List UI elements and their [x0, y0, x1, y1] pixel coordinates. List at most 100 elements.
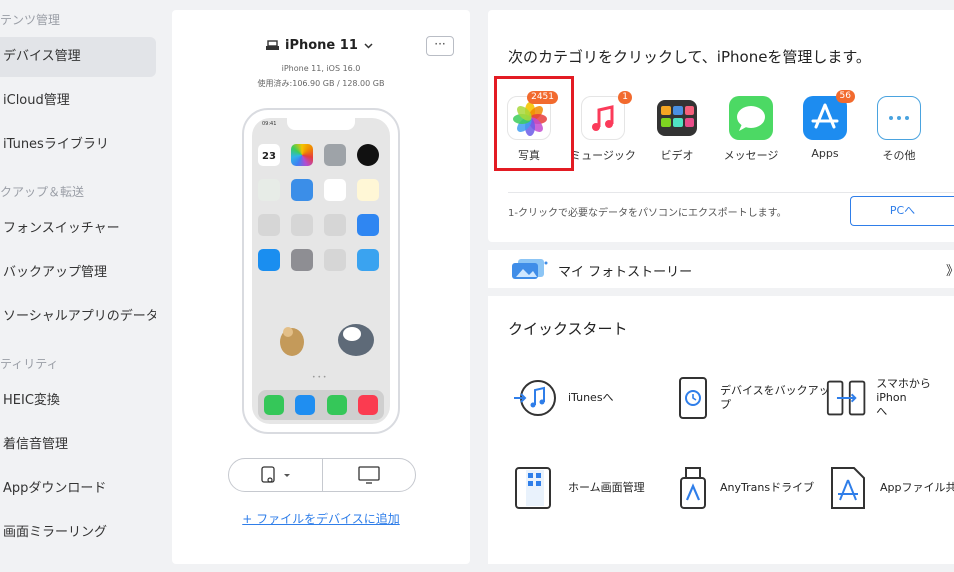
folder-app-icon	[324, 214, 346, 236]
chevron-right-icon: 》	[946, 260, 954, 279]
export-to-pc-button[interactable]: PCへ	[850, 196, 954, 226]
sidebar-item-heic[interactable]: HEIC変換	[0, 381, 156, 421]
itunes-transfer-icon	[514, 380, 556, 416]
weather-app-icon	[291, 179, 313, 201]
photo-story-bar[interactable]: マイ フォトストーリー 》	[488, 250, 954, 288]
section-content-management: テンツ管理	[0, 13, 61, 27]
quickstart-itunes[interactable]: iTunesへ	[512, 376, 614, 420]
device-selector[interactable]: iPhone 11	[266, 38, 373, 53]
sidebar: テンツ管理 デバイス管理 iCloud管理 iTunesライブラリ クアップ＆転…	[0, 0, 166, 572]
phone-preview: 09:41 23 • • •	[242, 108, 400, 434]
app-file-icon	[831, 467, 865, 509]
music-app-icon	[358, 395, 379, 415]
quickstart-anytrans-drive[interactable]: AnyTransドライブ	[676, 466, 814, 510]
sidebar-item-mirroring[interactable]: 画面ミラーリング	[0, 513, 156, 553]
video-icon	[655, 96, 699, 140]
quickstart-app-file-sharing[interactable]: Appファイル共有	[826, 466, 954, 510]
category-other-label: その他	[882, 149, 916, 162]
quickstart-phone-to-iphone-label: スマホからiPhon へ	[876, 377, 931, 418]
sidebar-item-itunes-library[interactable]: iTunesライブラリ	[0, 125, 156, 165]
phone-status-time: 09:41	[262, 121, 277, 127]
quickstart-backup-label: デバイスをバックアッ プ	[720, 384, 830, 411]
category-messages-label: メッセージ	[723, 149, 779, 162]
device-model: iPhone 11, iOS 16.0	[281, 64, 361, 73]
quickstart-app-file-sharing-label: Appファイル共有	[880, 481, 954, 494]
usb-drive-icon	[680, 467, 706, 509]
phone-switch-icon	[826, 380, 866, 416]
device-usage: 使用済み:106.90 GB / 128.00 GB	[257, 79, 385, 88]
category-apps[interactable]: 56 Apps	[790, 90, 860, 160]
home-app-grid: 23	[258, 144, 386, 271]
category-music-label: ミュージック	[570, 149, 636, 162]
section-backup-transfer: クアップ＆転送	[0, 185, 85, 199]
phone-app-icon	[263, 395, 284, 415]
photos-highlight-box	[494, 76, 574, 171]
more-dots-icon	[877, 96, 921, 140]
page-dots: • • •	[312, 374, 327, 381]
calendar-app-icon: 23	[258, 144, 280, 166]
music-badge: 1	[618, 91, 632, 104]
chevron-down-icon	[364, 42, 373, 49]
device-icon	[266, 40, 279, 50]
category-messages[interactable]: メッセージ	[716, 96, 786, 163]
apps-badge: 56	[835, 90, 855, 103]
maps-app-icon	[258, 179, 280, 201]
quickstart-anytrans-drive-label: AnyTransドライブ	[720, 481, 815, 494]
quickstart-home-screen[interactable]: ホーム画面管理	[512, 466, 645, 510]
screenshot-button[interactable]	[229, 459, 322, 491]
screenshot-icon	[261, 466, 291, 483]
screen-mirror-button[interactable]	[323, 459, 416, 491]
category-other[interactable]: その他	[864, 96, 934, 163]
category-video-label: ビデオ	[660, 149, 694, 162]
sidebar-item-social-apps[interactable]: ソーシャルアプリのデータ...	[0, 297, 156, 337]
section-utility: ティリティ	[0, 357, 59, 371]
notes-app-icon	[357, 179, 379, 201]
phone-dock	[258, 390, 384, 420]
category-apps-label: Apps	[811, 147, 839, 160]
calendar-day: 23	[262, 151, 276, 162]
category-title: 次のカテゴリをクリックして、iPhoneを管理します。	[508, 48, 871, 66]
music-icon: 1	[581, 91, 632, 140]
photo-story-icon	[512, 259, 548, 279]
sidebar-item-app-download[interactable]: Appダウンロード	[0, 469, 156, 509]
sidebar-item-icloud[interactable]: iCloud管理	[0, 81, 156, 121]
reminders-app-icon	[324, 179, 346, 201]
sidebar-item-backup[interactable]: バックアップ管理	[0, 253, 156, 293]
quickstart-card: クイックスタート iTunesへ デバイスをバックアッ プ スマホからiPhon…	[488, 296, 954, 564]
photo-story-label: マイ フォトストーリー	[558, 265, 693, 280]
device-toolbar	[228, 458, 416, 492]
add-file-link[interactable]: + ファイルをデバイスに追加	[172, 510, 470, 527]
device-panel: iPhone 11 ··· iPhone 11, iOS 16.0 使用済み:1…	[172, 10, 470, 564]
monitor-icon	[358, 466, 380, 484]
settings-app-icon	[291, 249, 313, 271]
phone-notch	[287, 118, 355, 130]
category-music[interactable]: 1 ミュージック	[568, 91, 638, 163]
quickstart-phone-to-iphone[interactable]: スマホからiPhon へ	[826, 376, 954, 420]
app-store-app-icon	[258, 249, 280, 271]
sidebar-item-phone-switcher[interactable]: フォンスイッチャー	[0, 209, 156, 249]
clock-app-icon	[357, 144, 379, 166]
safari-app-icon	[295, 395, 316, 415]
messages-app-icon	[326, 395, 347, 415]
category-divider	[508, 192, 954, 193]
mail-app-icon	[357, 214, 379, 236]
home-screen-icon	[515, 467, 551, 509]
app-store-icon: 56	[803, 90, 855, 140]
device-name: iPhone 11	[285, 38, 358, 53]
quickstart-backup[interactable]: デバイスをバックアッ プ	[676, 376, 830, 420]
folder-app-icon	[291, 214, 313, 236]
sidebar-item-ringtone[interactable]: 着信音管理	[0, 425, 156, 465]
camera-app-icon	[324, 144, 346, 166]
wallpaper-illustration	[280, 324, 374, 356]
folder-app-icon	[324, 249, 346, 271]
folder-app-icon	[258, 214, 280, 236]
messages-icon	[729, 96, 773, 140]
quickstart-home-screen-label: ホーム画面管理	[568, 481, 645, 494]
phone-screen: 09:41 23 • • •	[252, 118, 390, 424]
quickstart-title: クイックスタート	[508, 320, 628, 338]
export-description: 1-クリックで必要なデータをパソコンにエクスポートします。	[508, 208, 787, 219]
more-button[interactable]: ···	[426, 36, 454, 56]
sidebar-item-device-management[interactable]: デバイス管理	[0, 37, 156, 77]
files-app-icon	[357, 249, 379, 271]
category-video[interactable]: ビデオ	[642, 96, 712, 163]
